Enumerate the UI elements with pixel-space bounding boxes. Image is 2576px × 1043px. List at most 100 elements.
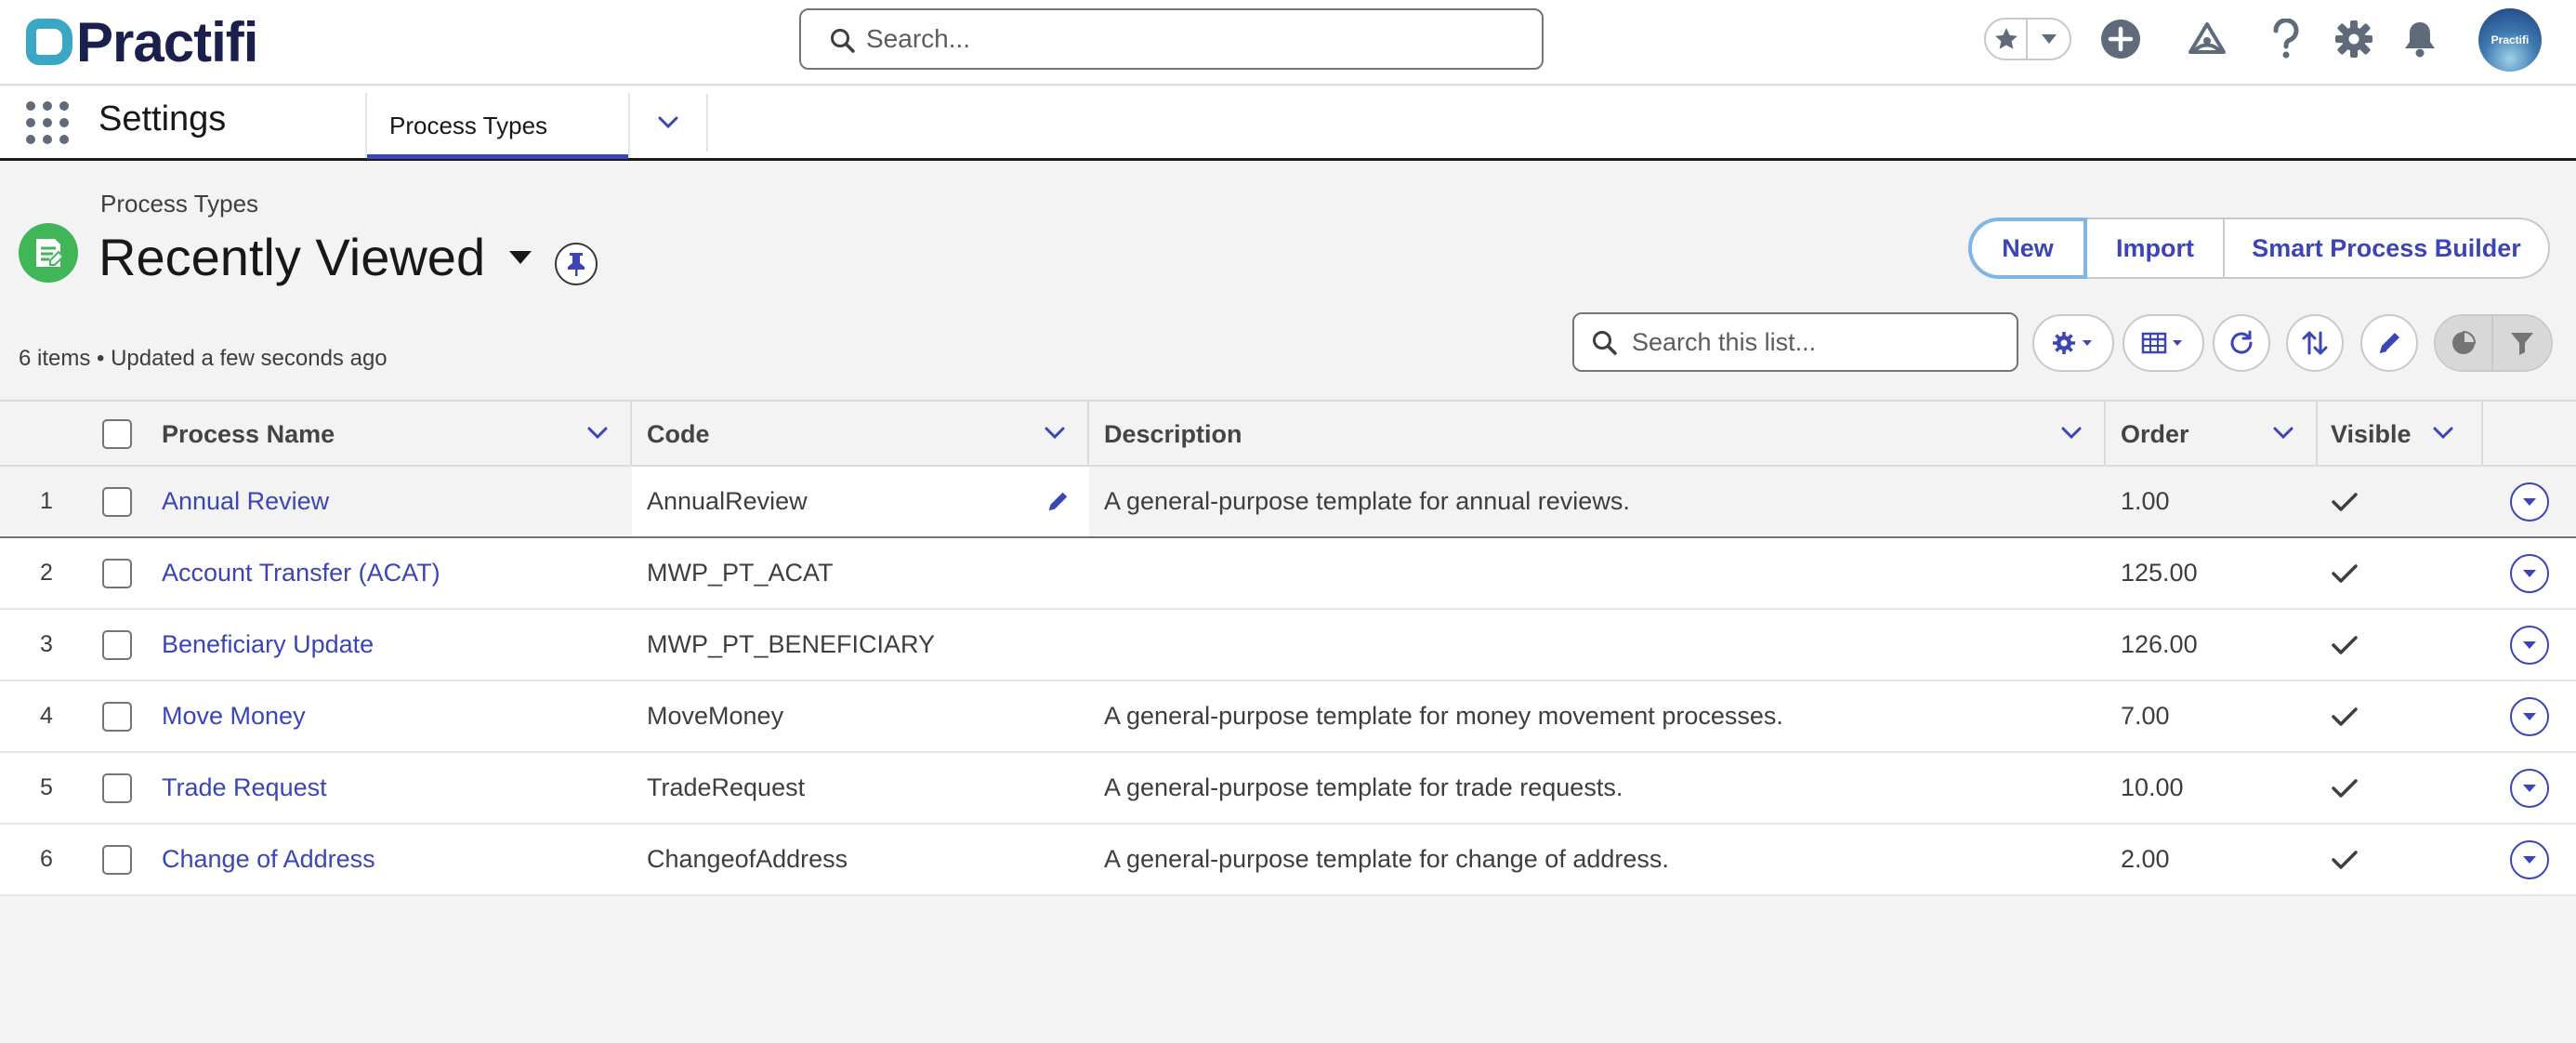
row-action-button[interactable] [2510,625,2549,665]
chevron-down-icon [658,116,678,129]
order-cell: 7.00 [2121,702,2170,730]
row-action-button[interactable] [2510,482,2549,522]
chevron-down-icon[interactable] [2273,427,2293,440]
table-row: 5 Trade Request TradeRequest A general-p… [0,753,2576,825]
setup-button[interactable] [2330,15,2378,63]
row-action-button[interactable] [2510,768,2549,808]
select-all-checkbox[interactable] [102,419,132,449]
caret-down-icon [2523,569,2536,577]
process-name-link[interactable]: Account Transfer (ACAT) [145,538,630,608]
row-number: 2 [40,560,53,586]
order-cell: 125.00 [2121,559,2198,587]
pin-icon [568,253,585,276]
caret-down-icon [509,250,532,264]
display-as-button[interactable] [2123,314,2204,372]
code-cell[interactable]: AnnualReview [632,467,1089,536]
row-number: 5 [40,774,53,800]
row-checkbox[interactable] [102,629,132,660]
process-name-link[interactable]: Annual Review [145,467,630,536]
sort-button[interactable] [2286,314,2344,372]
global-search-input[interactable]: Search... [799,8,1544,70]
row-checkbox[interactable] [102,558,132,588]
app-nav-bar: Settings Process Types [0,86,2576,161]
list-actions: New Import Smart Process Builder [1968,218,2550,279]
process-name-link[interactable]: Move Money [145,681,630,751]
breadcrumb[interactable]: Process Types [100,190,258,218]
caret-down-icon [2523,784,2536,792]
global-search-placeholder: Search... [866,24,971,53]
column-header-code[interactable]: Code [632,402,1089,467]
favorites-star-button[interactable] [1986,20,2028,59]
row-checkbox[interactable] [102,701,132,732]
description-cell [1089,538,2106,608]
app-name: Settings [99,99,227,139]
smart-process-builder-button[interactable]: Smart Process Builder [2225,218,2550,279]
trailhead-icon [2188,22,2226,54]
app-launcher-icon[interactable] [26,101,69,144]
chevron-down-icon[interactable] [1045,427,1065,440]
practifi-logo[interactable]: Practifi [26,9,258,74]
add-icon [2101,20,2140,59]
checkmark-icon [2332,778,2358,798]
process-type-object-icon [19,223,78,283]
chart-filter-button-group [2434,314,2553,372]
global-create-button[interactable] [2096,15,2145,63]
checkmark-icon [2332,850,2358,869]
table-header: Process Name Code Description Order Visi… [0,402,2576,467]
favorites-dropdown-button[interactable] [2028,20,2070,59]
pin-list-view-button[interactable] [555,243,598,285]
help-button[interactable] [2262,15,2310,63]
column-header-order[interactable]: Order [2106,402,2318,467]
bell-icon [2405,22,2435,58]
table-row: 1 Annual Review AnnualReview A general-p… [0,467,2576,538]
row-action-button[interactable] [2510,839,2549,879]
tab-overflow-button[interactable] [630,94,708,152]
caret-down-icon [2523,640,2536,649]
refresh-button[interactable] [2213,314,2270,372]
code-cell: MoveMoney [647,702,784,730]
process-name-link[interactable]: Trade Request [145,753,630,823]
column-label: Visible [2331,419,2412,448]
pencil-icon[interactable] [1045,489,1071,515]
row-number: 3 [40,631,53,657]
favorites-button-group [1984,18,2071,60]
row-number: 4 [40,703,53,729]
chevron-down-icon[interactable] [2061,427,2082,440]
process-name-link[interactable]: Change of Address [145,825,630,894]
list-settings-button[interactable] [2032,314,2114,372]
filter-button[interactable] [2493,316,2551,370]
process-name-link[interactable]: Beneficiary Update [145,610,630,680]
description-cell: A general-purpose template for change of… [1104,845,1669,873]
chevron-down-icon[interactable] [587,427,608,440]
row-number: 6 [40,846,53,872]
notifications-button[interactable] [2396,15,2444,63]
gear-icon [2053,332,2092,354]
visible-cell [2318,753,2483,823]
show-charts-button[interactable] [2436,316,2493,370]
row-number: 1 [0,467,93,536]
user-avatar[interactable]: Practifi [2478,8,2542,72]
list-search-input[interactable]: Search this list... [1572,312,2018,372]
new-button[interactable]: New [1968,218,2087,279]
trailhead-button[interactable] [2183,15,2231,63]
row-checkbox[interactable] [102,772,132,803]
column-header-process-name[interactable]: Process Name [145,402,632,467]
visible-cell [2318,610,2483,680]
chevron-down-icon[interactable] [2433,427,2453,440]
filter-icon [2511,333,2533,355]
row-action-button[interactable] [2510,696,2549,736]
avatar-label: Practifi [2491,33,2530,46]
order-cell: 2.00 [2121,845,2170,873]
description-cell: A general-purpose template for annual re… [1104,487,1630,515]
inline-edit-button[interactable] [2360,314,2418,372]
column-header-description[interactable]: Description [1089,402,2106,467]
visible-cell [2318,825,2483,894]
row-checkbox[interactable] [102,844,132,875]
list-search-placeholder: Search this list... [1632,327,1817,356]
row-checkbox[interactable] [102,486,132,517]
list-view-selector[interactable]: Recently Viewed [99,227,532,287]
row-action-button[interactable] [2510,553,2549,593]
column-header-visible[interactable]: Visible [2318,402,2483,467]
import-button[interactable]: Import [2087,218,2225,279]
tab-process-types[interactable]: Process Types [365,93,630,159]
